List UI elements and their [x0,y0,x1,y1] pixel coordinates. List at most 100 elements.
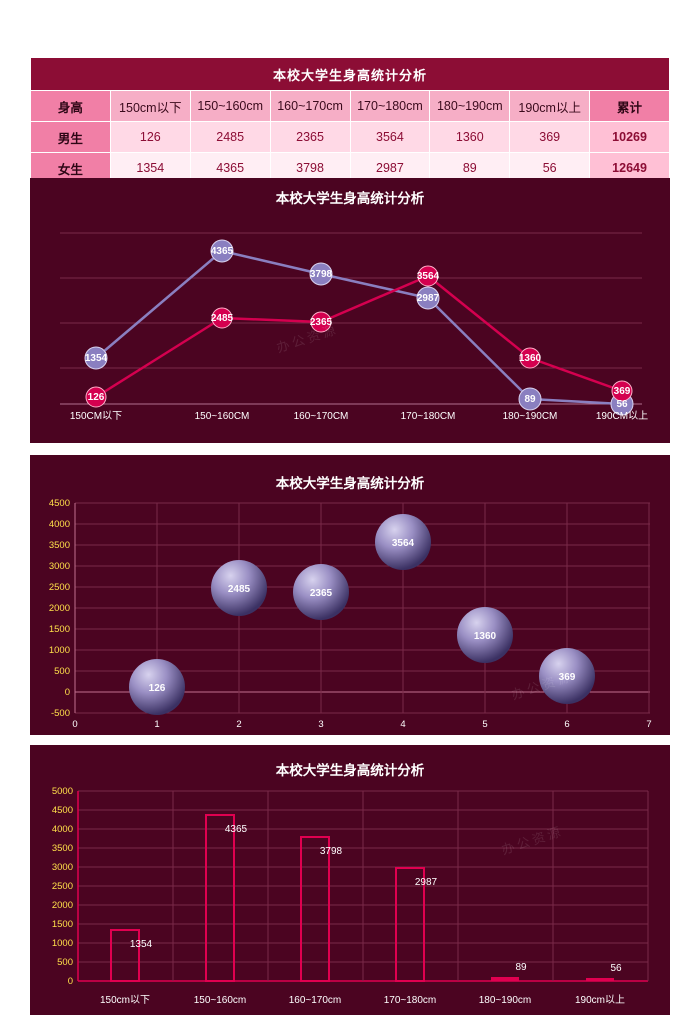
line-label-female-0: 1354 [85,353,108,364]
bubble-ytick-7: 1000 [49,645,70,656]
line-label-male-0: 126 [88,392,105,403]
bubble-xtick-6: 6 [564,719,569,730]
bar-ytick-4: 3000 [52,862,73,873]
bar-label-5: 56 [610,963,622,974]
bar-ytick-7: 1500 [52,919,73,930]
row-label-male: 男生 [30,121,111,153]
header-cell-3: 160~170cm [269,90,351,122]
bar-xtick-5: 190cm以上 [575,994,625,1006]
bubble-ytick-5: 2000 [49,603,70,614]
line-label-female-2: 3798 [310,269,333,280]
bubble-label-1: 2485 [228,584,251,595]
bar-label-0: 1354 [130,939,153,950]
line-label-male-5: 369 [614,386,631,397]
bubble-chart-panel: 126 2485 2365 3564 1360 369 4500 4000 35… [30,455,670,735]
bubble-xtick-0: 0 [72,719,77,730]
bubble-xtick-5: 5 [482,719,487,730]
header-cell-4: 170~180cm [349,90,431,122]
bar-label-3: 2987 [415,877,438,888]
line-chart-area: 1354 4365 3798 2987 89 56 126 2485 2365 … [30,178,670,443]
bubble-ytick-0: 4500 [49,498,70,509]
line-label-female-1: 4365 [211,246,234,257]
line-chart-svg: 1354 4365 3798 2987 89 56 126 2485 2365 … [30,178,670,443]
bubble-label-3: 3564 [392,538,415,549]
bubble-chart-svg: 126 2485 2365 3564 1360 369 4500 4000 35… [30,455,670,735]
bubble-xtick-4: 4 [400,719,405,730]
line-xtick-3: 170~180CM [401,411,456,422]
bubble-label-4: 1360 [474,631,497,642]
bubble-xtick-1: 1 [154,719,159,730]
bubble-ytick-9: 0 [65,687,70,698]
bar-ytick-10: 0 [68,976,73,987]
bar-xtick-4: 180~190cm [479,995,532,1006]
bar-ytick-0: 5000 [52,786,73,797]
cell-male-total: 10269 [589,121,670,153]
bar-ytick-6: 2000 [52,900,73,911]
cell-male-0: 126 [109,121,191,153]
line-label-female-4: 89 [524,394,536,405]
bar-ytick-3: 3500 [52,843,73,854]
bar-ytick-5: 2500 [52,881,73,892]
table-row: 男生 126 2485 2365 3564 1360 369 10269 [30,121,670,153]
stat-table-wrap: 本校大学生身高统计分析 身高 150cm以下 150~160cm 160~170… [30,57,670,184]
bubble-xtick-2: 2 [236,719,241,730]
bar-chart-title: 本校大学生身高统计分析 [276,762,425,778]
bar-ytick-1: 4500 [52,805,73,816]
line-label-male-3: 3564 [417,271,440,282]
bubble-xtick-3: 3 [318,719,323,730]
bar-xtick-1: 150~160cm [194,995,247,1006]
bar-label-4: 89 [515,962,527,973]
cell-male-2: 2365 [269,121,351,153]
cell-male-5: 369 [509,121,591,153]
header-cell-5: 180~190cm [429,90,511,122]
bubble-ytick-4: 2500 [49,582,70,593]
table-title-row: 本校大学生身高统计分析 [30,57,670,91]
cell-male-1: 2485 [189,121,271,153]
line-label-male-1: 2485 [211,313,234,324]
bar-xtick-0: 150cm以下 [100,995,150,1006]
bubble-label-0: 126 [149,683,166,694]
cell-male-3: 3564 [349,121,431,153]
line-label-female-5: 56 [616,399,628,410]
header-cell-2: 150~160cm [189,90,271,122]
bar-label-1: 4365 [225,824,248,835]
header-cell-0: 身高 [30,90,111,122]
page-root: 本校大学生身高统计分析 身高 150cm以下 150~160cm 160~170… [0,0,700,1030]
line-chart-panel: 1354 4365 3798 2987 89 56 126 2485 2365 … [30,178,670,443]
line-xtick-0: 150CM以下 [70,411,122,422]
bar-ytick-9: 500 [57,957,73,968]
header-cell-7: 累计 [589,90,670,122]
bar-xtick-3: 170~180cm [384,995,437,1006]
bar-ytick-2: 4000 [52,824,73,835]
bubble-ytick-1: 4000 [49,519,70,530]
bubble-ytick-3: 3000 [49,561,70,572]
line-xtick-5: 190CM以上 [596,410,648,422]
bar-xtick-2: 160~170cm [289,995,342,1006]
bar-label-2: 3798 [320,846,343,857]
bubble-ytick-8: 500 [54,666,70,677]
bubble-ytick-6: 1500 [49,624,70,635]
bubble-xtick-7: 7 [646,719,651,730]
table-title: 本校大学生身高统计分析 [30,57,670,91]
header-cell-1: 150cm以下 [109,90,191,122]
bubble-label-5: 369 [559,672,576,683]
line-label-male-2: 2365 [310,317,333,328]
line-label-female-3: 2987 [417,293,440,304]
bar-ytick-8: 1000 [52,938,73,949]
line-xtick-2: 160~170CM [294,411,349,422]
bubble-ytick-2: 3500 [49,540,70,551]
line-xtick-1: 150~160CM [195,411,250,422]
line-xtick-4: 180~190CM [503,411,558,422]
stat-table: 本校大学生身高统计分析 身高 150cm以下 150~160cm 160~170… [30,57,670,184]
bar-chart-svg: 1354 4365 3798 2987 89 56 5000 4500 4000… [30,745,670,1015]
line-chart-title: 本校大学生身高统计分析 [276,190,425,206]
cell-male-4: 1360 [429,121,511,153]
bubble-chart-title: 本校大学生身高统计分析 [276,475,425,491]
bar-chart-area: 1354 4365 3798 2987 89 56 5000 4500 4000… [30,745,670,1015]
header-cell-6: 190cm以上 [509,90,591,122]
bubble-chart-area: 126 2485 2365 3564 1360 369 4500 4000 35… [30,455,670,735]
bar-chart-panel: 1354 4365 3798 2987 89 56 5000 4500 4000… [30,745,670,1015]
line-label-male-4: 1360 [519,353,542,364]
table-header-row: 身高 150cm以下 150~160cm 160~170cm 170~180cm… [30,90,670,122]
bubble-label-2: 2365 [310,588,333,599]
